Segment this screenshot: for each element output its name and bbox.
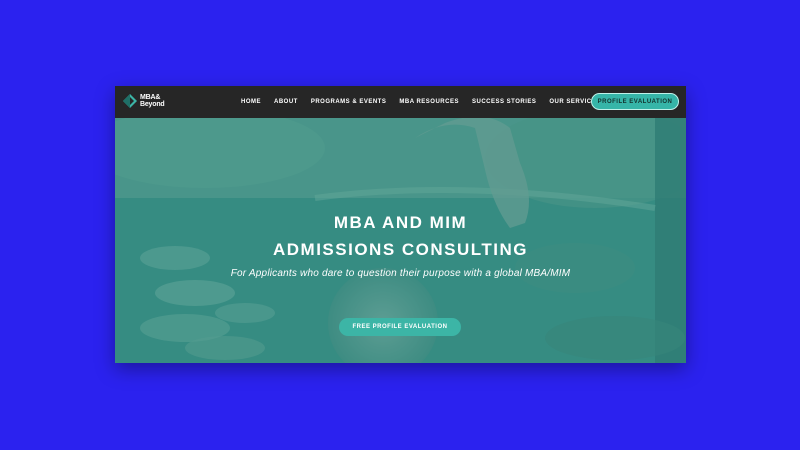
nav-item-about[interactable]: ABOUT [274,99,298,105]
hero-title-line2: ADMISSIONS CONSULTING [272,240,529,259]
hero-subtitle: For Applicants who dare to question thei… [230,268,571,279]
logo-line1: MBA& [140,94,161,101]
nav-item-programs-events[interactable]: PROGRAMS & EVENTS [311,99,387,105]
top-navbar: MBA& Beyond HOME ABOUT PROGRAMS & EVENTS… [115,86,686,118]
hero-section: MBA AND MIM ADMISSIONS CONSULTING For Ap… [115,118,686,363]
free-profile-evaluation-button[interactable]: FREE PROFILE EVALUATION [339,318,461,336]
browser-window: MBA& Beyond HOME ABOUT PROGRAMS & EVENTS… [115,86,686,363]
nav-item-success-stories[interactable]: SUCCESS STORIES [472,99,536,105]
logo-line2: Beyond [140,101,165,108]
profile-evaluation-button[interactable]: PROFILE EVALUATION [591,93,679,110]
logo-wordmark: MBA& Beyond [140,94,165,108]
nav-item-home[interactable]: HOME [241,99,261,105]
nav-item-mba-resources[interactable]: MBA RESOURCES [399,99,459,105]
diamond-logo-icon [123,94,137,108]
hero-title-line1: MBA AND MIM [333,213,468,232]
nav-menu: HOME ABOUT PROGRAMS & EVENTS MBA RESOURC… [241,86,614,118]
site-logo[interactable]: MBA& Beyond [122,93,165,109]
